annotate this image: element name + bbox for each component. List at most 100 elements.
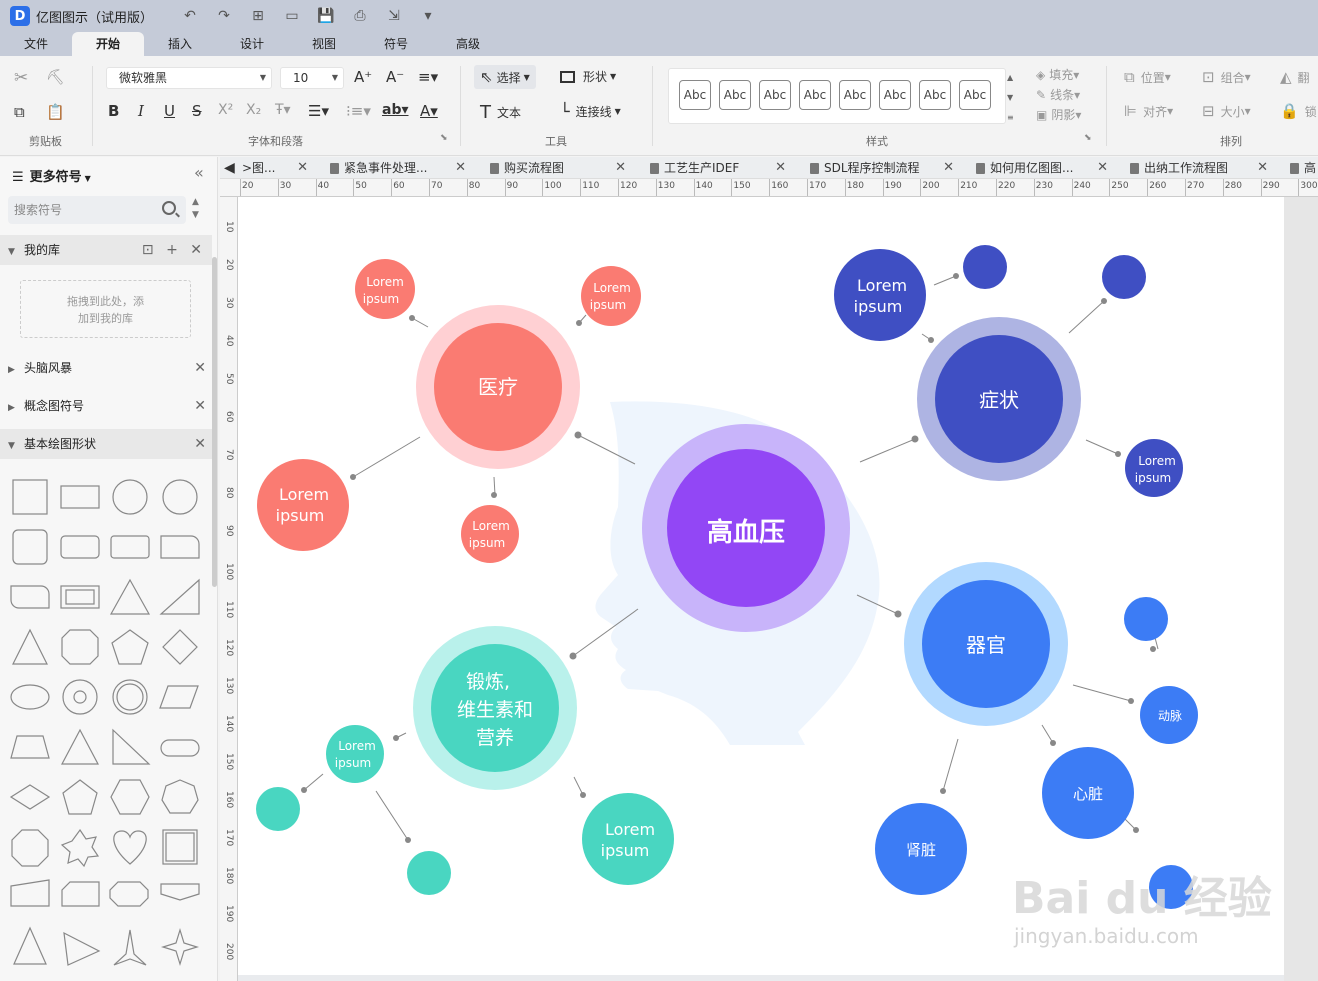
tab-home[interactable]: 开始 — [72, 32, 144, 56]
shape-parallelogram[interactable] — [159, 685, 199, 709]
medical-sub-node[interactable] — [355, 259, 415, 319]
text-tool-button[interactable]: T 文本 — [480, 102, 521, 123]
shape-square[interactable] — [12, 479, 48, 515]
customize-dropdown-icon[interactable]: ▾ — [419, 8, 437, 24]
shape-pentagon-2[interactable] — [62, 779, 98, 815]
medical-sub-node[interactable] — [461, 505, 519, 563]
size-button[interactable]: ⊟ 大小 ▾ — [1202, 102, 1251, 120]
shape-octagon[interactable] — [61, 629, 99, 665]
panel-scrollbar[interactable] — [212, 257, 217, 587]
shape-rounded-rect-2[interactable] — [110, 535, 150, 559]
copy-icon[interactable]: ⧉ — [14, 103, 25, 121]
exercise-sub-node[interactable] — [326, 725, 384, 783]
new-file-icon[interactable]: ⊞ — [249, 8, 267, 24]
style-scroll-icon[interactable]: ▲ ▼ ≡ — [1007, 68, 1014, 128]
bold-icon[interactable]: B — [108, 102, 119, 120]
export-icon[interactable]: ⇲ — [385, 8, 403, 24]
section-brainstorm[interactable]: ▶ 头脑风暴 ✕ — [0, 353, 212, 383]
style-dialog-launcher-icon[interactable]: ⬊ — [1084, 133, 1092, 143]
shape-frame[interactable] — [60, 585, 100, 609]
shape-heptagon[interactable] — [161, 779, 199, 814]
doc-tab-7[interactable]: 出纳工作流程图 ✕ — [1116, 157, 1268, 179]
medical-sub-node[interactable] — [581, 266, 641, 326]
shape-trapezoid[interactable] — [10, 735, 50, 759]
doc-tab-5[interactable]: SDL程序控制流程 ✕ — [796, 157, 954, 179]
open-folder-icon[interactable]: ▭ — [283, 8, 301, 24]
align-button[interactable]: ⊫ 对齐 ▾ — [1124, 102, 1173, 120]
close-icon[interactable]: ✕ — [775, 157, 786, 179]
symptom-sub-node[interactable] — [1102, 255, 1146, 299]
bullet-list-icon[interactable]: ⁝≡▾ — [346, 102, 371, 120]
tab-file[interactable]: 文件 — [0, 32, 72, 56]
shape-rounded-square[interactable] — [12, 529, 48, 565]
shape-double-circle[interactable] — [112, 679, 148, 715]
shape-isosceles-triangle[interactable] — [61, 728, 99, 765]
style-sample-3[interactable]: Abc — [759, 80, 791, 110]
search-icon[interactable] — [162, 201, 176, 215]
shape-banner[interactable] — [160, 883, 200, 901]
tab-advanced[interactable]: 高级 — [432, 32, 504, 56]
shape-capsule[interactable] — [160, 739, 200, 757]
shape-rounded-hex[interactable] — [109, 881, 149, 907]
shape-snip-rectangle[interactable] — [10, 585, 50, 609]
shape-double-frame[interactable] — [162, 829, 198, 865]
shape-manual-input[interactable] — [10, 879, 50, 907]
close-icon[interactable]: ✕ — [615, 157, 626, 179]
style-sample-7[interactable]: Abc — [919, 80, 951, 110]
position-button[interactable]: ⧉ 位置 ▾ — [1124, 68, 1171, 86]
doc-tab-3[interactable]: 购买流程图 ✕ — [476, 157, 626, 179]
shape-diamond[interactable] — [162, 629, 198, 665]
shadow-button[interactable]: ▣ 阴影 ▾ — [1036, 106, 1081, 123]
select-tool-button[interactable]: ⇖ 选择 ▼ — [474, 65, 536, 89]
font-color-icon[interactable]: A▾ — [420, 102, 438, 120]
tab-insert[interactable]: 插入 — [144, 32, 216, 56]
shape-card[interactable] — [61, 881, 100, 907]
close-icon[interactable]: ✕ — [943, 157, 954, 179]
section-concept-map[interactable]: ▶ 概念图符号 ✕ — [0, 391, 212, 421]
decrease-font-icon[interactable]: A⁻ — [386, 68, 404, 86]
more-symbols-button[interactable]: ☰ 更多符号 ▼ — [12, 166, 91, 185]
format-painter-icon[interactable]: ⛏ — [46, 68, 65, 86]
shape-four-point-star[interactable] — [160, 927, 200, 967]
close-icon[interactable]: ✕ — [194, 391, 206, 421]
style-sample-2[interactable]: Abc — [719, 80, 751, 110]
drawing-page[interactable]: 高血压 医疗 Lorem ipsum Lorem ipsum Lorem ips… — [238, 197, 1284, 975]
underline-icon[interactable]: U — [164, 102, 175, 120]
shape-tall-triangle[interactable] — [13, 926, 47, 965]
organ-sub-node[interactable] — [1124, 597, 1168, 641]
library-drop-zone[interactable]: 拖拽到此处，添 加到我的库 — [20, 280, 191, 338]
shape-three-point-star[interactable] — [113, 929, 147, 966]
style-sample-4[interactable]: Abc — [799, 80, 831, 110]
close-icon[interactable]: ✕ — [194, 353, 206, 383]
shape-rounded-corner[interactable] — [160, 535, 200, 559]
shape-heart[interactable] — [113, 830, 147, 865]
symptom-sub-node[interactable] — [1125, 439, 1183, 497]
style-sample-1[interactable]: Abc — [679, 80, 711, 110]
symptom-sub-node[interactable] — [834, 249, 926, 341]
flip-button[interactable]: ◭ 翻 — [1280, 68, 1310, 86]
shape-star-burst[interactable] — [60, 828, 100, 868]
line-button[interactable]: ✎ 线条 ▾ — [1036, 86, 1080, 103]
shape-circle-2[interactable] — [162, 479, 198, 515]
library-actions-icon[interactable]: ⊡ + ✕ — [142, 235, 206, 265]
section-my-library[interactable]: ▼ 我的库 ⊡ + ✕ — [0, 235, 212, 265]
shape-rounded-rectangle[interactable] — [60, 535, 100, 559]
section-basic-shapes[interactable]: ▼ 基本绘图形状 ✕ — [0, 429, 212, 459]
shape-flat-diamond[interactable] — [9, 784, 51, 810]
fill-button[interactable]: ◈ 填充 ▾ — [1036, 66, 1079, 83]
line-spacing-icon[interactable]: ☰▾ — [308, 102, 329, 120]
search-input[interactable]: 搜索符号 — [8, 196, 186, 224]
shape-tool-button[interactable]: 形状 ▼ — [560, 68, 616, 85]
tab-view[interactable]: 视图 — [288, 32, 360, 56]
right-scroll-area[interactable] — [1284, 197, 1318, 981]
symptom-sub-node[interactable] — [963, 245, 1007, 289]
doc-tab-2[interactable]: 紧急事件处理... ✕ — [316, 157, 466, 179]
close-icon[interactable]: ✕ — [194, 429, 206, 459]
print-icon[interactable]: ⎙ — [351, 8, 369, 24]
save-icon[interactable]: 💾 — [317, 8, 335, 24]
shape-hexagon[interactable] — [110, 779, 150, 815]
text-case-icon[interactable]: Ŧ▾ — [275, 102, 291, 118]
lock-button[interactable]: 🔒 锁 — [1280, 102, 1317, 120]
exercise-sub-node[interactable] — [407, 851, 451, 895]
italic-icon[interactable]: I — [138, 102, 144, 120]
